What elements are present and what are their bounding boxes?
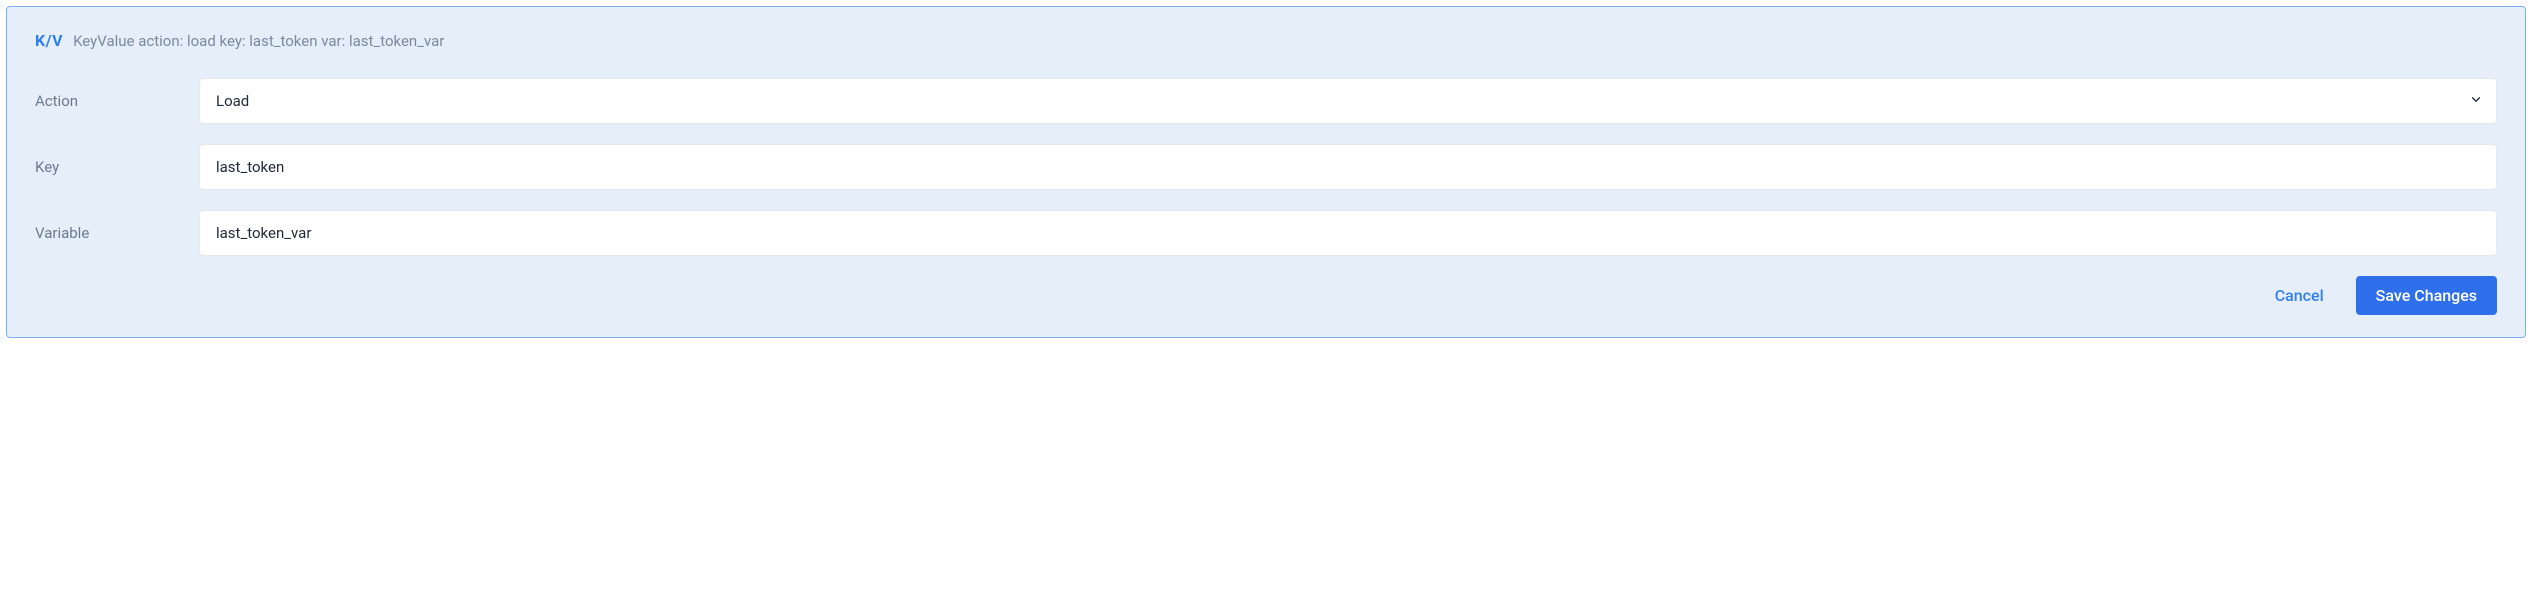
cancel-button[interactable]: Cancel (2271, 278, 2328, 313)
action-select[interactable]: Load (199, 78, 2497, 124)
action-row: Action Load (35, 78, 2497, 124)
variable-row: Variable (35, 210, 2497, 256)
action-select-wrap: Load (199, 78, 2497, 124)
panel-header: K/V KeyValue action: load key: last_toke… (35, 31, 2497, 50)
action-label: Action (35, 92, 199, 110)
actions-row: Cancel Save Changes (35, 276, 2497, 315)
variable-label: Variable (35, 224, 199, 242)
key-input[interactable] (199, 144, 2497, 190)
key-input-wrap (199, 144, 2497, 190)
key-label: Key (35, 158, 199, 176)
variable-input-wrap (199, 210, 2497, 256)
variable-input[interactable] (199, 210, 2497, 256)
kv-badge: K/V (35, 31, 63, 50)
save-button[interactable]: Save Changes (2356, 276, 2497, 315)
panel-description: KeyValue action: load key: last_token va… (73, 32, 444, 50)
key-row: Key (35, 144, 2497, 190)
keyvalue-panel: K/V KeyValue action: load key: last_toke… (6, 6, 2526, 338)
